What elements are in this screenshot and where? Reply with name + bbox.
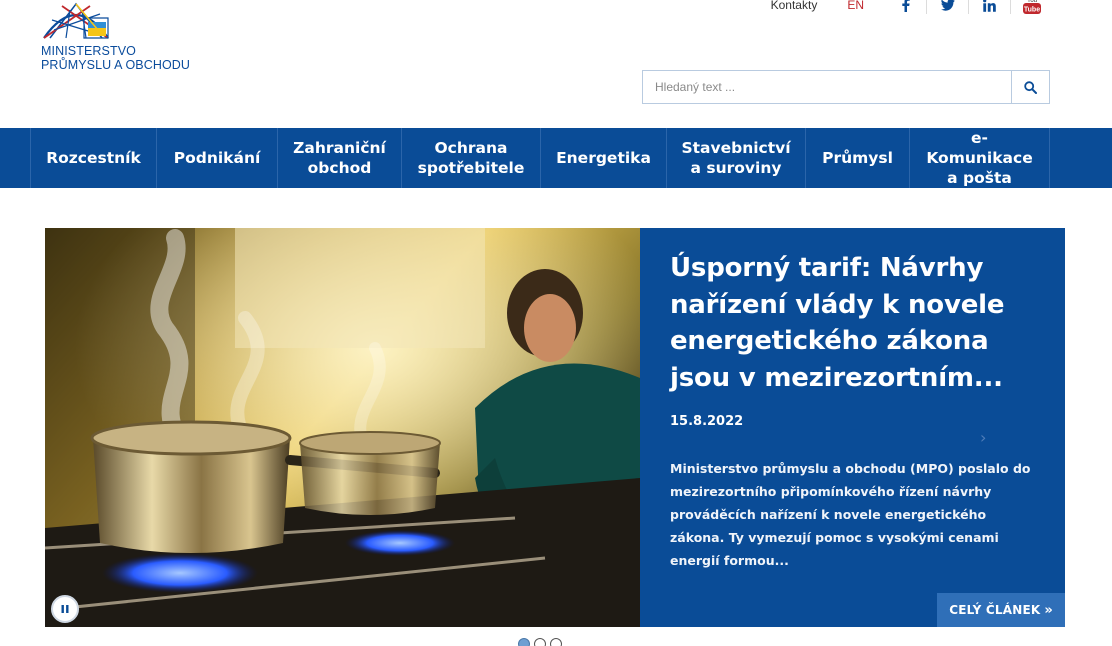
linkedin-link[interactable] (968, 0, 1010, 14)
logo-globe-icon (43, 2, 109, 39)
nav-item-label-2: spotřebitele (417, 159, 525, 177)
nav-item-label-2: obchod (307, 159, 372, 177)
nav-item-label: Energetika (556, 149, 651, 167)
nav-item-ochrana-spotrebitele[interactable]: Ochrana spotřebitele (401, 128, 540, 188)
slide-perex: Ministerstvo průmyslu a obchodu (MPO) po… (670, 461, 1031, 568)
logo[interactable]: Ministerstvo Průmyslu a obchodu (40, 0, 210, 80)
nav-item-label: Zahraniční (293, 139, 386, 157)
nav-item-rozcestnik[interactable]: Rozcestník (30, 128, 156, 188)
linkedin-icon (983, 0, 996, 12)
twitter-link[interactable] (926, 0, 968, 14)
search-bar (642, 70, 1050, 104)
nav-item-label: Podnikání (173, 149, 261, 167)
svg-text:Tube: Tube (1023, 7, 1039, 14)
main-navigation: Rozcestník Podnikání Zahraniční obchod Oc… (0, 128, 1112, 188)
read-article-button[interactable]: CELÝ ČLÁNEK » (937, 593, 1065, 627)
read-article-label: CELÝ ČLÁNEK (949, 603, 1041, 617)
nav-item-label: e-Komunikace (926, 129, 1033, 167)
search-icon (1024, 80, 1037, 94)
top-links: Kontakty EN You Tube (771, 0, 1052, 14)
nav-item-label: Stavebnictví (681, 139, 791, 157)
nav-item-stavebnictvi[interactable]: Stavebnictví a suroviny (666, 128, 805, 188)
facebook-link[interactable] (884, 0, 926, 14)
nav-item-podnikani[interactable]: Podnikání (156, 128, 277, 188)
youtube-link[interactable]: You Tube (1010, 0, 1052, 14)
nav-item-label-2: a pošta (947, 169, 1012, 187)
nav-item-zahranicni-obchod[interactable]: Zahraniční obchod (277, 128, 401, 188)
slider-dot-1[interactable] (518, 638, 530, 646)
nav-item-label: Ochrana (434, 139, 508, 157)
youtube-icon: You Tube (1022, 0, 1041, 14)
nav-item-label-2: a suroviny (690, 159, 782, 177)
search-input[interactable] (643, 71, 1011, 103)
search-button[interactable] (1011, 71, 1049, 103)
slide-content-panel: Úsporný tarif: Návrhy nařízení vlády k n… (640, 228, 1065, 627)
nav-item-label: Průmysl (822, 149, 893, 167)
nav-item-e-komunikace[interactable]: e-Komunikace a pošta (909, 128, 1050, 188)
nav-item-energetika[interactable]: Energetika (540, 128, 666, 188)
language-switch-link[interactable]: EN (847, 0, 864, 12)
chevron-right-icon[interactable]: › (980, 428, 986, 447)
contacts-link[interactable]: Kontakty (771, 0, 818, 12)
pause-icon (61, 605, 69, 613)
news-slider: Úsporný tarif: Návrhy nařízení vlády k n… (45, 228, 1065, 627)
slide-date: 15.8.2022 (670, 414, 744, 429)
nav-item-label: Rozcestník (46, 149, 141, 167)
logo-line-1: Ministerstvo (41, 44, 136, 58)
nav-item-prumysl[interactable]: Průmysl (805, 128, 909, 188)
twitter-icon (940, 0, 955, 11)
logo-line-2: Průmyslu a obchodu (41, 58, 191, 72)
slide-image[interactable] (45, 228, 640, 627)
double-chevron-right-icon: » (1044, 602, 1053, 618)
kitchen-photo (45, 228, 640, 627)
slider-pagination (518, 638, 562, 646)
pause-button[interactable] (51, 595, 79, 623)
slide-title[interactable]: Úsporný tarif: Návrhy nařízení vlády k n… (670, 250, 1037, 396)
slider-dot-2[interactable] (534, 638, 546, 646)
logo-text: Ministerstvo Průmyslu a obchodu (41, 44, 190, 72)
facebook-icon (901, 0, 910, 12)
slider-dot-3[interactable] (550, 638, 562, 646)
social-links: You Tube (884, 0, 1052, 14)
